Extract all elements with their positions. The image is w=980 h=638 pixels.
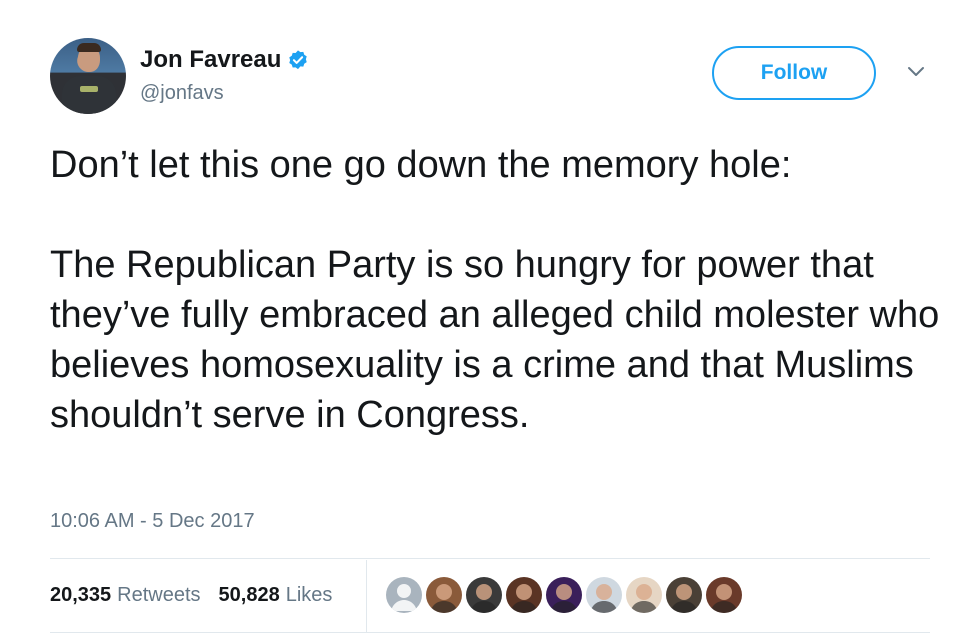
tweet-text-paragraph: The Republican Party is so hungry for po…: [50, 244, 940, 436]
avatar-shirt: [62, 76, 116, 114]
retweets-label: Retweets: [117, 583, 201, 606]
likes-stat[interactable]: 50,828 Likes: [219, 584, 333, 607]
tweet-stats: 20,335 Retweets 50,828 Likes: [50, 580, 350, 610]
author-info: Jon Favreau @jonfavs: [140, 46, 309, 105]
cartoon-avatar[interactable]: [586, 577, 622, 613]
default-person-icon: [391, 584, 417, 611]
liker-photo-icon: [670, 584, 698, 613]
avatar-hair: [77, 43, 101, 52]
liker-avatars: [386, 577, 742, 613]
author-handle[interactable]: @jonfavs: [140, 82, 309, 105]
purple-avatar[interactable]: [546, 577, 582, 613]
liker-photo-icon: [590, 584, 618, 613]
chevron-down-icon[interactable]: [906, 64, 926, 80]
verified-badge-icon: [289, 50, 308, 70]
woman-blonde-avatar[interactable]: [626, 577, 662, 613]
default-avatar[interactable]: [386, 577, 422, 613]
liker-photo-icon: [510, 584, 538, 613]
person-cap-avatar[interactable]: [466, 577, 502, 613]
stats-separator: [366, 560, 367, 632]
liker-photo-icon: [630, 584, 658, 613]
likes-count: 50,828: [218, 583, 280, 606]
tweet-text-line1: Don’t let this one go down the memory ho…: [50, 144, 792, 186]
retweets-count: 20,335: [50, 583, 112, 606]
couple-avatar[interactable]: [666, 577, 702, 613]
group-photo-avatar[interactable]: [426, 577, 462, 613]
stats-top-divider: [50, 558, 930, 559]
tweet-header: Jon Favreau @jonfavs Follow: [50, 38, 940, 118]
tweet-timestamp[interactable]: 10:06 AM - 5 Dec 2017: [50, 510, 255, 533]
author-name-row: Jon Favreau: [140, 46, 309, 74]
avatar-shirt-print: [80, 86, 98, 92]
portrait-avatar[interactable]: [706, 577, 742, 613]
liker-photo-icon: [710, 584, 738, 613]
author-name[interactable]: Jon Favreau: [140, 46, 281, 74]
author-avatar[interactable]: [50, 38, 126, 114]
liker-photo-icon: [550, 584, 578, 613]
follow-button[interactable]: Follow: [712, 46, 876, 100]
woman-avatar[interactable]: [506, 577, 542, 613]
likes-label: Likes: [285, 583, 333, 606]
liker-photo-icon: [430, 584, 458, 613]
retweets-stat[interactable]: 20,335 Retweets: [50, 584, 201, 607]
liker-photo-icon: [470, 584, 498, 613]
stats-bottom-divider: [50, 632, 930, 633]
